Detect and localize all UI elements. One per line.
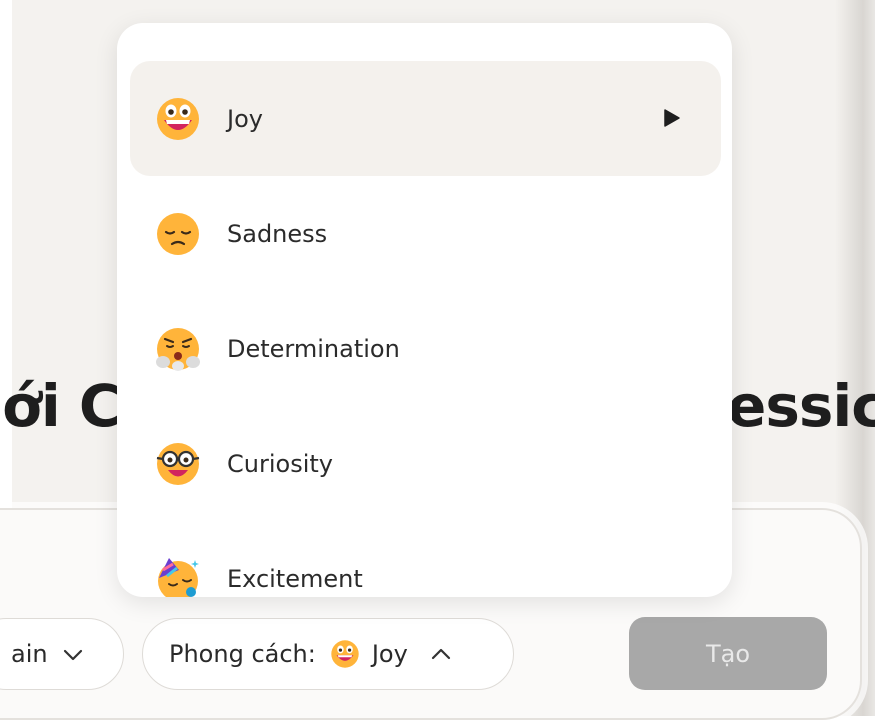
style-selector-value: Joy [371, 640, 408, 668]
menu-item-label: Curiosity [227, 449, 333, 478]
grinning-face-icon [157, 97, 199, 140]
menu-item-curiosity[interactable]: Curiosity [130, 406, 721, 521]
emotion-dropdown-menu: Joy Sadness Determination Curiosity Exci… [117, 23, 732, 597]
nerd-glasses-face-icon [156, 442, 200, 485]
hero-title-left: ới C [2, 372, 121, 440]
pensive-face-icon [157, 212, 199, 255]
model-selector-label: ain [11, 640, 48, 668]
grinning-face-icon [331, 640, 359, 668]
menu-item-label: Sadness [227, 219, 328, 248]
create-button[interactable]: Tạo [629, 617, 827, 690]
menu-item-label: Joy [227, 104, 263, 133]
steaming-face-icon [156, 327, 200, 371]
menu-item-excitement[interactable]: Excitement [130, 521, 721, 597]
hero-title-right: essic [727, 372, 875, 440]
menu-item-label: Determination [227, 334, 400, 363]
menu-item-determination[interactable]: Determination [130, 291, 721, 406]
party-face-icon [158, 557, 199, 597]
menu-item-label: Excitement [227, 564, 363, 593]
menu-item-joy[interactable]: Joy [130, 61, 721, 176]
style-selector-prefix: Phong cách: [169, 640, 316, 668]
menu-item-sadness[interactable]: Sadness [130, 176, 721, 291]
chevron-up-icon [431, 648, 450, 660]
model-selector[interactable]: ain [0, 618, 124, 690]
play-arrow-icon [664, 109, 680, 127]
chevron-down-icon [63, 649, 82, 661]
style-selector[interactable]: Phong cách: Joy [142, 618, 514, 690]
